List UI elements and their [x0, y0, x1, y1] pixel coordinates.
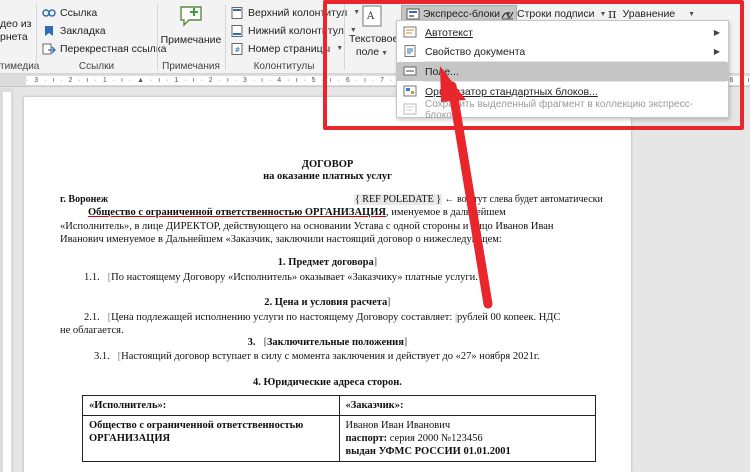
bookmark-icon — [42, 25, 56, 37]
online-video-label-2: рнета — [0, 31, 28, 43]
page-number-label: Номер страницы — [248, 42, 331, 55]
section4-title: 4. Юридические адреса сторон. — [253, 377, 402, 388]
vertical-ruler-scale — [3, 92, 11, 472]
ribbon-divider — [36, 4, 37, 70]
contractor-cell: Общество с ограниченной ответственностью… — [82, 415, 340, 462]
cross-reference-button[interactable]: Перекрестная ссылка — [42, 40, 166, 57]
online-video-button[interactable]: део из рнета — [0, 18, 34, 44]
doc-subtitle: на оказание платных услуг — [263, 171, 392, 182]
para1-line3: Иванович именуемое в Дальнейшем «Заказчи… — [60, 234, 502, 245]
comments-group: Примечание Примечания — [158, 0, 224, 74]
para1-line2: «Исполнитель», в лице ДИРЕКТОР, действую… — [60, 221, 554, 232]
svg-text:#: # — [235, 46, 241, 54]
field-code-line: { REF POLEDATE } ← вот тут слева будет а… — [354, 194, 603, 205]
ref-field-code[interactable]: { REF POLEDATE } — [354, 194, 442, 205]
customer-passport: паспорт: серия 2000 №123456 — [345, 433, 483, 444]
cross-reference-label: Перекрестная ссылка — [60, 42, 167, 55]
link-button[interactable]: Ссылка — [42, 4, 97, 21]
vertical-ruler[interactable] — [0, 88, 14, 472]
table-header-customer: «Заказчик»: — [338, 395, 596, 416]
section2-title: 2. Цена и условия расчета] — [264, 297, 391, 308]
section1-item: 1.1. [По настоящему Договору «Исполнител… — [84, 272, 478, 283]
field-note: ← вот тут слева будет автоматически — [444, 194, 603, 205]
addresses-table: «Исполнитель»: «Заказчик»: Общество с ог… — [82, 395, 596, 462]
online-video-label-1: део из — [0, 18, 32, 30]
comments-group-label: Примечания — [162, 61, 220, 72]
section1-title: 1. Предмет договора] — [277, 257, 378, 268]
link-label: Ссылка — [60, 6, 98, 19]
customer-issued: выдан УФМС РОССИИ 01.01.2001 — [345, 446, 511, 457]
para1-rest: , именуемое в дальнейшем — [385, 207, 506, 218]
comment-icon — [160, 4, 222, 30]
comment-label: Примечание — [160, 34, 222, 46]
table-header-contractor: «Исполнитель»: — [82, 395, 340, 416]
city: г. Воронеж — [60, 194, 109, 205]
contractor-line1: Общество с ограниченной ответственностью — [89, 420, 304, 431]
section3-item: 3.1. [Настоящий договор вступает в силу … — [94, 351, 540, 362]
section3-title: 3. [Заключительные положения] — [247, 337, 408, 348]
media-group-label: тимедиа — [0, 61, 40, 72]
footer-icon — [230, 24, 244, 37]
cross-reference-icon — [42, 43, 56, 55]
links-group-label: Ссылки — [78, 61, 115, 72]
section2-item: 2.1. [Цена подлежащей исполнению услуги … — [84, 312, 561, 323]
header-icon — [230, 6, 244, 19]
customer-cell: Иванов Иван Иванович паспорт: серия 2000… — [338, 415, 596, 462]
links-group: Ссылка Закладка Перекрестная ссылка Ссыл… — [38, 0, 166, 74]
media-group: део из рнета тимедиа — [0, 0, 40, 74]
doc-title: ДОГОВОР — [301, 159, 354, 170]
comment-button[interactable]: Примечание — [160, 4, 222, 47]
customer-name: Иванов Иван Иванович — [345, 420, 451, 431]
section2-line2: не облагается. — [60, 325, 124, 336]
para1-line1: Общество с ограниченной ответственностью… — [88, 207, 506, 218]
bookmark-label: Закладка — [60, 24, 106, 37]
bookmark-button[interactable]: Закладка — [42, 22, 106, 39]
highlight-annotation-box — [323, 0, 744, 130]
contractor-line2: ОРГАНИЗАЦИЯ — [89, 433, 171, 444]
party-name: Общество с ограниченной ответственностью… — [88, 207, 386, 218]
page-number-icon: # — [230, 42, 244, 55]
document-page[interactable]: ДОГОВОР на оказание платных услуг г. Вор… — [24, 97, 631, 472]
link-icon — [42, 7, 56, 19]
